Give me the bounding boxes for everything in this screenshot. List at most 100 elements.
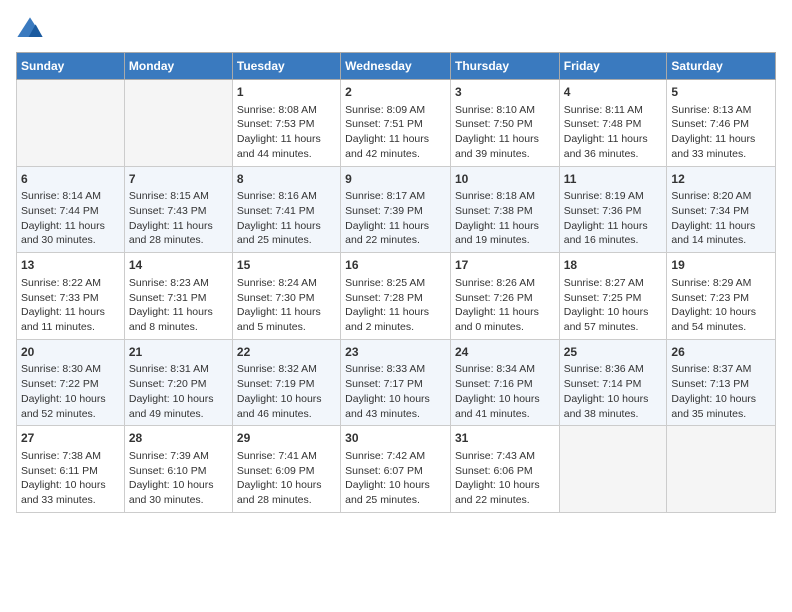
sunset-text: Sunset: 7:28 PM bbox=[345, 291, 446, 306]
calendar-cell bbox=[667, 426, 776, 513]
daylight-text: Daylight: 11 hours and 19 minutes. bbox=[455, 219, 555, 248]
sunrise-text: Sunrise: 8:10 AM bbox=[455, 103, 555, 118]
day-header-friday: Friday bbox=[559, 53, 667, 80]
daylight-text: Daylight: 10 hours and 35 minutes. bbox=[671, 392, 771, 421]
sunrise-text: Sunrise: 8:34 AM bbox=[455, 362, 555, 377]
daylight-text: Daylight: 11 hours and 28 minutes. bbox=[129, 219, 228, 248]
day-number: 26 bbox=[671, 344, 771, 361]
sunrise-text: Sunrise: 8:08 AM bbox=[237, 103, 336, 118]
day-number: 22 bbox=[237, 344, 336, 361]
day-number: 12 bbox=[671, 171, 771, 188]
daylight-text: Daylight: 11 hours and 14 minutes. bbox=[671, 219, 771, 248]
day-number: 17 bbox=[455, 257, 555, 274]
calendar-cell: 3Sunrise: 8:10 AMSunset: 7:50 PMDaylight… bbox=[450, 80, 559, 167]
sunset-text: Sunset: 7:23 PM bbox=[671, 291, 771, 306]
sunset-text: Sunset: 7:19 PM bbox=[237, 377, 336, 392]
calendar-header-row: SundayMondayTuesdayWednesdayThursdayFrid… bbox=[17, 53, 776, 80]
sunrise-text: Sunrise: 7:42 AM bbox=[345, 449, 446, 464]
daylight-text: Daylight: 10 hours and 38 minutes. bbox=[564, 392, 663, 421]
calendar-cell: 10Sunrise: 8:18 AMSunset: 7:38 PMDayligh… bbox=[450, 166, 559, 253]
sunrise-text: Sunrise: 8:23 AM bbox=[129, 276, 228, 291]
day-header-saturday: Saturday bbox=[667, 53, 776, 80]
sunset-text: Sunset: 7:38 PM bbox=[455, 204, 555, 219]
daylight-text: Daylight: 11 hours and 16 minutes. bbox=[564, 219, 663, 248]
day-number: 1 bbox=[237, 84, 336, 101]
calendar-week-3: 20Sunrise: 8:30 AMSunset: 7:22 PMDayligh… bbox=[17, 339, 776, 426]
sunrise-text: Sunrise: 8:33 AM bbox=[345, 362, 446, 377]
sunrise-text: Sunrise: 7:38 AM bbox=[21, 449, 120, 464]
calendar-cell: 27Sunrise: 7:38 AMSunset: 6:11 PMDayligh… bbox=[17, 426, 125, 513]
calendar-cell: 13Sunrise: 8:22 AMSunset: 7:33 PMDayligh… bbox=[17, 253, 125, 340]
day-number: 8 bbox=[237, 171, 336, 188]
day-header-monday: Monday bbox=[124, 53, 232, 80]
day-number: 25 bbox=[564, 344, 663, 361]
day-number: 18 bbox=[564, 257, 663, 274]
daylight-text: Daylight: 10 hours and 43 minutes. bbox=[345, 392, 446, 421]
day-number: 4 bbox=[564, 84, 663, 101]
daylight-text: Daylight: 11 hours and 2 minutes. bbox=[345, 305, 446, 334]
day-number: 29 bbox=[237, 430, 336, 447]
sunrise-text: Sunrise: 8:22 AM bbox=[21, 276, 120, 291]
sunset-text: Sunset: 7:22 PM bbox=[21, 377, 120, 392]
sunset-text: Sunset: 6:07 PM bbox=[345, 464, 446, 479]
daylight-text: Daylight: 11 hours and 33 minutes. bbox=[671, 132, 771, 161]
calendar-week-2: 13Sunrise: 8:22 AMSunset: 7:33 PMDayligh… bbox=[17, 253, 776, 340]
sunrise-text: Sunrise: 8:18 AM bbox=[455, 189, 555, 204]
daylight-text: Daylight: 10 hours and 28 minutes. bbox=[237, 478, 336, 507]
day-number: 16 bbox=[345, 257, 446, 274]
sunset-text: Sunset: 7:26 PM bbox=[455, 291, 555, 306]
daylight-text: Daylight: 11 hours and 11 minutes. bbox=[21, 305, 120, 334]
sunset-text: Sunset: 7:46 PM bbox=[671, 117, 771, 132]
calendar-cell: 21Sunrise: 8:31 AMSunset: 7:20 PMDayligh… bbox=[124, 339, 232, 426]
calendar-cell: 9Sunrise: 8:17 AMSunset: 7:39 PMDaylight… bbox=[341, 166, 451, 253]
day-number: 23 bbox=[345, 344, 446, 361]
daylight-text: Daylight: 11 hours and 30 minutes. bbox=[21, 219, 120, 248]
day-number: 2 bbox=[345, 84, 446, 101]
day-number: 7 bbox=[129, 171, 228, 188]
sunrise-text: Sunrise: 7:41 AM bbox=[237, 449, 336, 464]
sunset-text: Sunset: 7:33 PM bbox=[21, 291, 120, 306]
calendar-cell: 20Sunrise: 8:30 AMSunset: 7:22 PMDayligh… bbox=[17, 339, 125, 426]
day-number: 20 bbox=[21, 344, 120, 361]
daylight-text: Daylight: 10 hours and 25 minutes. bbox=[345, 478, 446, 507]
day-number: 5 bbox=[671, 84, 771, 101]
daylight-text: Daylight: 11 hours and 44 minutes. bbox=[237, 132, 336, 161]
sunrise-text: Sunrise: 8:31 AM bbox=[129, 362, 228, 377]
daylight-text: Daylight: 10 hours and 41 minutes. bbox=[455, 392, 555, 421]
logo bbox=[16, 16, 48, 44]
daylight-text: Daylight: 10 hours and 22 minutes. bbox=[455, 478, 555, 507]
sunrise-text: Sunrise: 8:32 AM bbox=[237, 362, 336, 377]
calendar-cell: 1Sunrise: 8:08 AMSunset: 7:53 PMDaylight… bbox=[232, 80, 340, 167]
calendar-week-0: 1Sunrise: 8:08 AMSunset: 7:53 PMDaylight… bbox=[17, 80, 776, 167]
calendar-cell: 4Sunrise: 8:11 AMSunset: 7:48 PMDaylight… bbox=[559, 80, 667, 167]
sunrise-text: Sunrise: 8:36 AM bbox=[564, 362, 663, 377]
calendar-cell: 2Sunrise: 8:09 AMSunset: 7:51 PMDaylight… bbox=[341, 80, 451, 167]
day-number: 6 bbox=[21, 171, 120, 188]
calendar-cell: 7Sunrise: 8:15 AMSunset: 7:43 PMDaylight… bbox=[124, 166, 232, 253]
calendar-cell bbox=[124, 80, 232, 167]
daylight-text: Daylight: 10 hours and 54 minutes. bbox=[671, 305, 771, 334]
daylight-text: Daylight: 11 hours and 8 minutes. bbox=[129, 305, 228, 334]
sunrise-text: Sunrise: 8:27 AM bbox=[564, 276, 663, 291]
sunset-text: Sunset: 7:36 PM bbox=[564, 204, 663, 219]
calendar-cell: 22Sunrise: 8:32 AMSunset: 7:19 PMDayligh… bbox=[232, 339, 340, 426]
sunrise-text: Sunrise: 7:39 AM bbox=[129, 449, 228, 464]
day-number: 3 bbox=[455, 84, 555, 101]
calendar-cell bbox=[17, 80, 125, 167]
calendar-week-1: 6Sunrise: 8:14 AMSunset: 7:44 PMDaylight… bbox=[17, 166, 776, 253]
calendar-cell: 19Sunrise: 8:29 AMSunset: 7:23 PMDayligh… bbox=[667, 253, 776, 340]
day-number: 27 bbox=[21, 430, 120, 447]
day-number: 19 bbox=[671, 257, 771, 274]
calendar-cell: 12Sunrise: 8:20 AMSunset: 7:34 PMDayligh… bbox=[667, 166, 776, 253]
logo-icon bbox=[16, 16, 44, 44]
daylight-text: Daylight: 10 hours and 49 minutes. bbox=[129, 392, 228, 421]
calendar-cell bbox=[559, 426, 667, 513]
daylight-text: Daylight: 11 hours and 39 minutes. bbox=[455, 132, 555, 161]
sunrise-text: Sunrise: 8:25 AM bbox=[345, 276, 446, 291]
sunset-text: Sunset: 6:11 PM bbox=[21, 464, 120, 479]
sunrise-text: Sunrise: 8:19 AM bbox=[564, 189, 663, 204]
day-header-thursday: Thursday bbox=[450, 53, 559, 80]
sunrise-text: Sunrise: 8:15 AM bbox=[129, 189, 228, 204]
calendar-cell: 26Sunrise: 8:37 AMSunset: 7:13 PMDayligh… bbox=[667, 339, 776, 426]
day-number: 28 bbox=[129, 430, 228, 447]
